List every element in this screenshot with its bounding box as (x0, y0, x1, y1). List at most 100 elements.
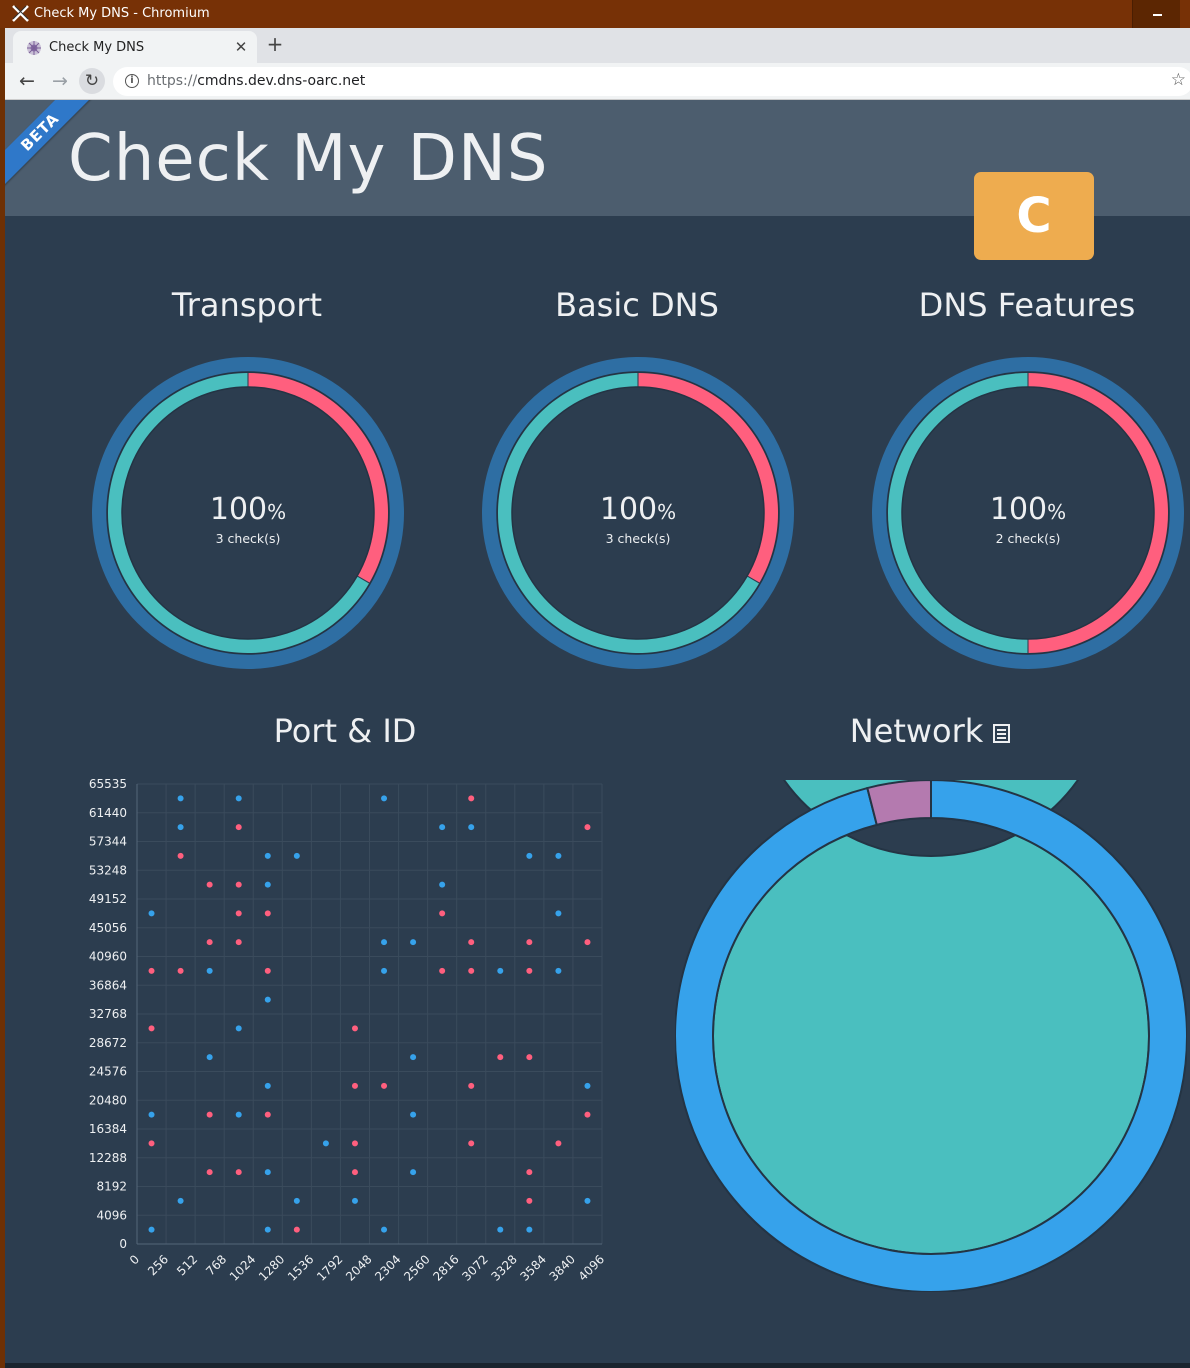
scatter-point[interactable] (148, 1025, 155, 1032)
scatter-point[interactable] (293, 1226, 300, 1233)
arrow-right-icon[interactable]: → (48, 69, 72, 93)
info-icon[interactable]: i (125, 74, 139, 88)
scatter-point[interactable] (206, 967, 213, 974)
scatter-point[interactable] (468, 1140, 475, 1147)
address-bar[interactable]: i https://cmdns.dev.dns-oarc.net ☆ (113, 67, 1190, 96)
reload-icon[interactable]: ↻ (79, 68, 105, 94)
network-sunburst-chart[interactable] (675, 780, 1187, 1292)
scatter-point[interactable] (264, 881, 271, 888)
scatter-point[interactable] (264, 967, 271, 974)
scatter-point[interactable] (584, 1111, 591, 1118)
scatter-point[interactable] (351, 1169, 358, 1176)
scatter-point[interactable] (206, 1169, 213, 1176)
port-id-scatter-chart[interactable]: 0 256 512 768102412801536179220482304256028… (75, 772, 615, 1292)
scatter-point[interactable] (526, 1226, 533, 1233)
scatter-point[interactable] (468, 795, 475, 802)
scatter-point[interactable] (526, 1169, 533, 1176)
scatter-point[interactable] (177, 852, 184, 859)
tab-check-my-dns[interactable]: Check My DNS ✕ (13, 31, 257, 63)
scatter-point[interactable] (468, 967, 475, 974)
scatter-point[interactable] (264, 1169, 271, 1176)
scatter-point[interactable] (381, 1226, 388, 1233)
scatter-point[interactable] (439, 967, 446, 974)
scatter-point[interactable] (235, 795, 242, 802)
gauge-red-segment[interactable] (248, 373, 388, 583)
scatter-point[interactable] (584, 824, 591, 831)
scatter-point[interactable] (351, 1140, 358, 1147)
scatter-point[interactable] (177, 795, 184, 802)
scatter-point[interactable] (148, 1111, 155, 1118)
scatter-point[interactable] (206, 939, 213, 946)
scatter-point[interactable] (410, 939, 417, 946)
scatter-point[interactable] (410, 1054, 417, 1061)
scatter-point[interactable] (497, 1226, 504, 1233)
scatter-point[interactable] (235, 910, 242, 917)
scatter-point[interactable] (555, 967, 562, 974)
scatter-point[interactable] (293, 852, 300, 859)
scatter-point[interactable] (468, 939, 475, 946)
close-icon[interactable]: ✕ (233, 38, 249, 56)
scatter-point[interactable] (410, 1111, 417, 1118)
scatter-point[interactable] (439, 910, 446, 917)
list-icon[interactable] (993, 724, 1011, 743)
scatter-point[interactable] (206, 881, 213, 888)
scatter-point[interactable] (381, 939, 388, 946)
scatter-point[interactable] (148, 1140, 155, 1147)
scatter-point[interactable] (526, 1054, 533, 1061)
grade-badge[interactable]: C (974, 172, 1094, 260)
scatter-point[interactable] (264, 852, 271, 859)
scatter-point[interactable] (381, 967, 388, 974)
scatter-point[interactable] (439, 824, 446, 831)
scatter-point[interactable] (264, 1226, 271, 1233)
dns-features-gauge[interactable]: 100% 2 check(s) (870, 355, 1186, 671)
gauge-red-segment[interactable] (638, 373, 778, 583)
scatter-point[interactable] (264, 910, 271, 917)
scatter-point[interactable] (235, 1025, 242, 1032)
scatter-point[interactable] (177, 967, 184, 974)
scatter-point[interactable] (584, 939, 591, 946)
scatter-point[interactable] (555, 852, 562, 859)
arrow-left-icon[interactable]: ← (15, 69, 39, 93)
scatter-point[interactable] (235, 1111, 242, 1118)
scatter-point[interactable] (235, 939, 242, 946)
scatter-point[interactable] (235, 881, 242, 888)
minimize-button[interactable] (1132, 0, 1180, 28)
scatter-point[interactable] (439, 881, 446, 888)
scatter-point[interactable] (351, 1197, 358, 1204)
scatter-point[interactable] (322, 1140, 329, 1147)
scatter-point[interactable] (381, 1082, 388, 1089)
scatter-point[interactable] (235, 1169, 242, 1176)
scatter-point[interactable] (264, 1111, 271, 1118)
scatter-point[interactable] (235, 824, 242, 831)
star-icon[interactable]: ☆ (1171, 70, 1186, 90)
scatter-point[interactable] (555, 1140, 562, 1147)
scatter-point[interactable] (206, 1054, 213, 1061)
scatter-point[interactable] (381, 795, 388, 802)
scatter-point[interactable] (148, 967, 155, 974)
scatter-point[interactable] (293, 1197, 300, 1204)
basic-dns-gauge[interactable]: 100% 3 check(s) (480, 355, 796, 671)
scatter-point[interactable] (177, 824, 184, 831)
scatter-point[interactable] (584, 1082, 591, 1089)
scatter-point[interactable] (526, 1197, 533, 1204)
scatter-point[interactable] (148, 910, 155, 917)
scatter-point[interactable] (555, 910, 562, 917)
scatter-point[interactable] (497, 967, 504, 974)
scatter-point[interactable] (177, 1197, 184, 1204)
scatter-point[interactable] (468, 824, 475, 831)
scatter-point[interactable] (526, 939, 533, 946)
scatter-point[interactable] (351, 1025, 358, 1032)
scatter-point[interactable] (526, 967, 533, 974)
scatter-point[interactable] (410, 1169, 417, 1176)
scatter-point[interactable] (584, 1197, 591, 1204)
network-segment[interactable] (866, 780, 932, 827)
scatter-point[interactable] (497, 1054, 504, 1061)
scatter-point[interactable] (264, 996, 271, 1003)
scatter-point[interactable] (351, 1082, 358, 1089)
scatter-point[interactable] (526, 852, 533, 859)
scatter-point[interactable] (264, 1082, 271, 1089)
new-tab-button[interactable]: + (264, 34, 286, 54)
transport-gauge[interactable]: 100% 3 check(s) (90, 355, 406, 671)
scatter-point[interactable] (148, 1226, 155, 1233)
scatter-point[interactable] (468, 1082, 475, 1089)
